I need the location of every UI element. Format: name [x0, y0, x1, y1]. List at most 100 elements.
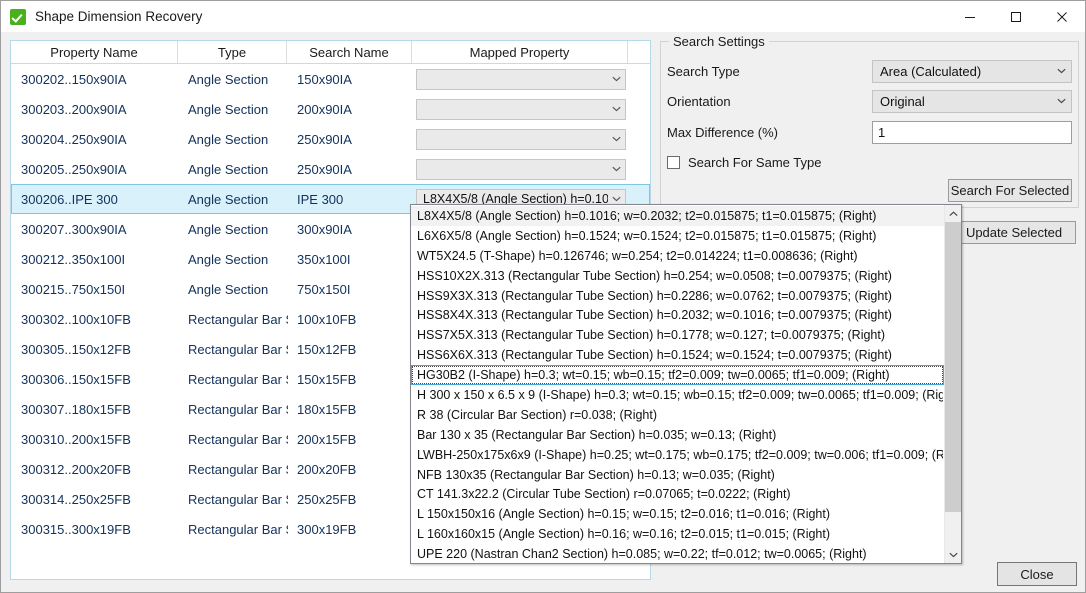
cell-property-name: 300307..180x15FB — [12, 402, 179, 417]
search-same-type-row[interactable]: Search For Same Type — [667, 155, 821, 170]
search-for-selected-button[interactable]: Search For Selected — [948, 179, 1072, 202]
cell-mapped-property — [413, 159, 629, 180]
cell-property-name: 300302..100x10FB — [12, 312, 179, 327]
cell-property-name: 300310..200x15FB — [12, 432, 179, 447]
column-header-type[interactable]: Type — [178, 41, 287, 63]
column-header-search-name[interactable]: Search Name — [287, 41, 412, 63]
cell-mapped-property — [413, 99, 629, 120]
cell-search-name: 180x15FB — [288, 402, 413, 417]
cell-property-name: 300315..300x19FB — [12, 522, 179, 537]
cell-property-name: 300212..350x100I — [12, 252, 179, 267]
close-button[interactable]: Close — [997, 562, 1077, 586]
mapped-property-combobox[interactable] — [416, 129, 626, 150]
dropdown-option[interactable]: L 160x160x15 (Angle Section) h=0.16; w=0… — [411, 524, 944, 544]
cell-type: Rectangular Bar Sect — [179, 372, 288, 387]
cell-type: Rectangular Bar Sect — [179, 312, 288, 327]
cell-property-name: 300306..150x15FB — [12, 372, 179, 387]
cell-search-name: 150x90IA — [288, 72, 413, 87]
shape-dimension-recovery-window: Shape Dimension Recovery Property Name T… — [0, 0, 1086, 593]
search-type-dropdown[interactable]: Area (Calculated) — [872, 60, 1072, 83]
maximize-button[interactable] — [993, 1, 1039, 32]
cell-type: Rectangular Bar Sect — [179, 432, 288, 447]
dropdown-option[interactable]: NFB 130x35 (Rectangular Bar Section) h=0… — [411, 465, 944, 485]
window-controls — [947, 1, 1085, 32]
search-same-type-checkbox[interactable] — [667, 156, 680, 169]
mapped-property-combobox[interactable] — [416, 159, 626, 180]
orientation-value: Original — [873, 94, 1052, 109]
chevron-down-icon — [608, 166, 625, 172]
column-header-filler — [628, 41, 650, 63]
cell-search-name: 250x25FB — [288, 492, 413, 507]
checkmark-icon — [10, 9, 26, 25]
cell-property-name: 300206..IPE 300 — [12, 192, 179, 207]
cell-type: Angle Section — [179, 72, 288, 87]
mapped-property-combobox[interactable] — [416, 69, 626, 90]
dropdown-option[interactable]: HG30B2 (I-Shape) h=0.3; wt=0.15; wb=0.15… — [411, 365, 944, 385]
dropdown-option[interactable]: CT 141.3x22.2 (Circular Tube Section) r=… — [411, 484, 944, 504]
cell-search-name: 100x10FB — [288, 312, 413, 327]
dropdown-option[interactable]: LWBH-250x175x6x9 (I-Shape) h=0.25; wt=0.… — [411, 445, 944, 465]
dropdown-option-list: L8X4X5/8 (Angle Section) h=0.1016; w=0.2… — [411, 205, 944, 563]
update-selected-button[interactable]: Update Selected — [952, 221, 1076, 244]
chevron-down-icon — [608, 196, 625, 202]
dropdown-option[interactable]: HSS6X6X.313 (Rectangular Tube Section) h… — [411, 345, 944, 365]
cell-search-name: 300x90IA — [288, 222, 413, 237]
scroll-up-arrow-icon[interactable] — [945, 205, 961, 222]
cell-search-name: 150x15FB — [288, 372, 413, 387]
column-header-property-name[interactable]: Property Name — [11, 41, 178, 63]
search-settings-legend: Search Settings — [669, 34, 769, 49]
max-difference-value: 1 — [873, 125, 885, 140]
table-row[interactable]: 300204..250x90IAAngle Section250x90IA — [11, 124, 650, 154]
cell-type: Rectangular Bar Sect — [179, 492, 288, 507]
title-bar: Shape Dimension Recovery — [1, 1, 1085, 32]
column-header-mapped-property[interactable]: Mapped Property — [412, 41, 628, 63]
dropdown-option[interactable]: HSS10X2X.313 (Rectangular Tube Section) … — [411, 266, 944, 286]
table-row[interactable]: 300203..200x90IAAngle Section200x90IA — [11, 94, 650, 124]
table-row[interactable]: 300205..250x90IAAngle Section250x90IA — [11, 154, 650, 184]
orientation-label: Orientation — [667, 94, 731, 109]
cell-search-name: 300x19FB — [288, 522, 413, 537]
dropdown-option[interactable]: L 150x150x16 (Angle Section) h=0.15; w=0… — [411, 504, 944, 524]
cell-type: Angle Section — [179, 192, 288, 207]
dropdown-option[interactable]: HSS7X5X.313 (Rectangular Tube Section) h… — [411, 325, 944, 345]
cell-type: Angle Section — [179, 222, 288, 237]
max-difference-row: Max Difference (%) 1 — [661, 120, 1078, 144]
mapped-property-combobox[interactable] — [416, 99, 626, 120]
dropdown-option[interactable]: R 38 (Circular Bar Section) r=0.038; (Ri… — [411, 405, 944, 425]
dropdown-option[interactable]: L8X4X5/8 (Angle Section) h=0.1016; w=0.2… — [411, 206, 944, 226]
cell-mapped-property — [413, 69, 629, 90]
mapped-property-dropdown-popup: L8X4X5/8 (Angle Section) h=0.1016; w=0.2… — [410, 204, 962, 564]
cell-search-name: 150x12FB — [288, 342, 413, 357]
dropdown-option[interactable]: Bar 130 x 35 (Rectangular Bar Section) h… — [411, 425, 944, 445]
table-row[interactable]: 300202..150x90IAAngle Section150x90IA — [11, 64, 650, 94]
minimize-button[interactable] — [947, 1, 993, 32]
dropdown-option[interactable]: WT5X24.5 (T-Shape) h=0.126746; w=0.254; … — [411, 246, 944, 266]
close-window-button[interactable] — [1039, 1, 1085, 32]
cell-property-name: 300202..150x90IA — [12, 72, 179, 87]
cell-property-name: 300207..300x90IA — [12, 222, 179, 237]
orientation-dropdown[interactable]: Original — [872, 90, 1072, 113]
grid-header-row: Property Name Type Search Name Mapped Pr… — [11, 41, 650, 64]
cell-property-name: 300312..200x20FB — [12, 462, 179, 477]
dropdown-option[interactable]: HSS9X3X.313 (Rectangular Tube Section) h… — [411, 286, 944, 306]
cell-type: Angle Section — [179, 162, 288, 177]
cell-search-name: 200x15FB — [288, 432, 413, 447]
dropdown-option[interactable]: L6X6X5/8 (Angle Section) h=0.1524; w=0.1… — [411, 226, 944, 246]
dropdown-scrollbar[interactable] — [944, 205, 961, 563]
cell-type: Angle Section — [179, 132, 288, 147]
dropdown-option[interactable]: UPE 220 (Nastran Chan2 Section) h=0.085;… — [411, 544, 944, 563]
cell-property-name: 300215..750x150I — [12, 282, 179, 297]
max-difference-input[interactable]: 1 — [872, 121, 1072, 144]
dropdown-option[interactable]: HSS8X4X.313 (Rectangular Tube Section) h… — [411, 305, 944, 325]
cell-type: Rectangular Bar Sect — [179, 522, 288, 537]
scrollbar-thumb[interactable] — [945, 222, 961, 512]
cell-type: Rectangular Bar Sect — [179, 402, 288, 417]
cell-type: Angle Section — [179, 282, 288, 297]
cell-search-name: 750x150I — [288, 282, 413, 297]
search-type-row: Search Type Area (Calculated) — [661, 59, 1078, 83]
chevron-down-icon — [1052, 68, 1071, 74]
search-same-type-label: Search For Same Type — [688, 155, 821, 170]
dropdown-option[interactable]: H 300 x 150 x 6.5 x 9 (I-Shape) h=0.3; w… — [411, 385, 944, 405]
scroll-down-arrow-icon[interactable] — [945, 546, 961, 563]
cell-property-name: 300203..200x90IA — [12, 102, 179, 117]
